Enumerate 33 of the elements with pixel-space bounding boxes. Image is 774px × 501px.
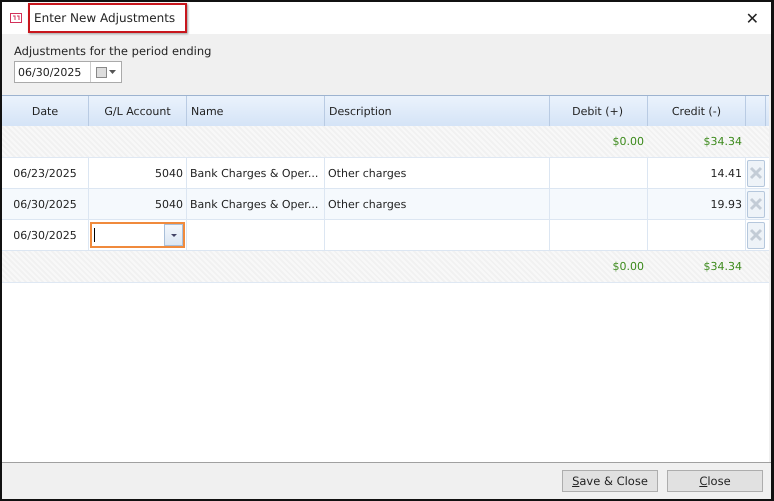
cell-text: Other charges (328, 166, 406, 180)
delete-row-button[interactable] (747, 160, 765, 186)
delete-icon (749, 228, 763, 242)
delete-icon (749, 197, 763, 211)
period-label: Adjustments for the period ending (14, 44, 212, 58)
calendar-icon (96, 66, 108, 78)
cell-text: 5040 (155, 198, 183, 210)
cell-text: 06/30/2025 (13, 198, 77, 210)
debit-total: $0.00 (612, 260, 644, 273)
account-input[interactable] (90, 222, 185, 248)
credit-total: $34.34 (704, 260, 742, 273)
dialog-button[interactable]: Close (667, 470, 763, 492)
credit-total: $34.34 (704, 135, 742, 148)
dialog-button[interactable]: Save & Close (562, 470, 658, 492)
delete-icon (749, 166, 763, 180)
window-title: Enter New Adjustments (28, 3, 188, 33)
dropdown-button[interactable] (164, 224, 183, 246)
cell-text: Bank Charges & Oper... (190, 198, 318, 210)
caret-icon (170, 234, 176, 236)
cell-text: Bank Charges & Oper... (190, 166, 318, 180)
close-button[interactable]: ✕ (742, 8, 763, 28)
delete-row-button[interactable] (747, 190, 765, 218)
cell-text: 14.41 (710, 166, 742, 180)
debit-total: $0.00 (612, 135, 644, 148)
delete-row-button[interactable] (747, 222, 765, 248)
cell-text: 19.93 (710, 198, 742, 210)
caret-icon (109, 70, 116, 74)
cell-text: 06/23/2025 (13, 166, 77, 180)
cell-text: Other charges (328, 198, 406, 210)
app-icon (10, 12, 22, 24)
cell-text: 06/30/2025 (13, 228, 77, 242)
date-field[interactable]: 06/30/2025 (14, 61, 122, 83)
cell-text: 5040 (155, 166, 183, 180)
